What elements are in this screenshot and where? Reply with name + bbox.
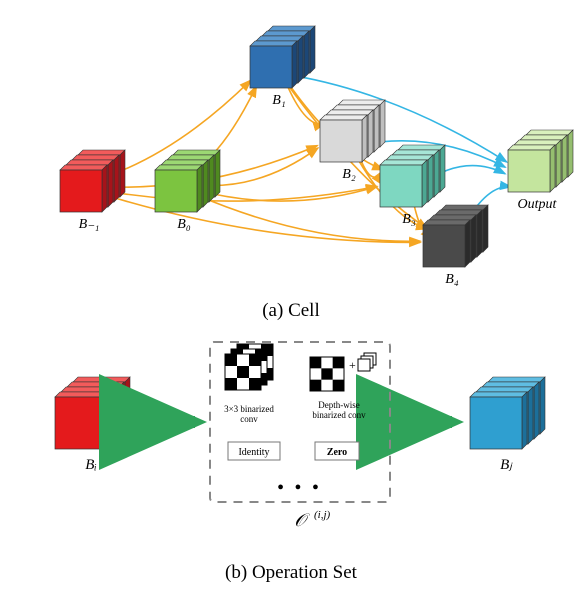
- opset-diagram: Bᵢ Bⱼ 3×3 binarizedconv + Depth-wisebinarize…: [0, 322, 582, 562]
- op-right-label: Bⱼ: [500, 457, 513, 473]
- label-identity: Identity: [238, 447, 269, 458]
- cell-caption: (a) Cell: [0, 300, 582, 322]
- node-Bm1: [60, 150, 125, 212]
- op-ellipsis: ● ● ●: [277, 481, 322, 493]
- opset-caption: (b) Operation Set: [0, 562, 582, 584]
- node-B2: [320, 100, 385, 162]
- cell-diagram: B₋₁ B₀ B₁ B₂ B₃ B₄ Output: [0, 0, 582, 300]
- op-setlabel-sup: (i,j): [314, 509, 331, 521]
- cell-svg: B₋₁ B₀ B₁ B₂ B₃ B₄ Output: [0, 0, 582, 300]
- op-setlabel: 𝒪: [294, 510, 310, 530]
- op-left-label: Bᵢ: [85, 457, 97, 473]
- op-left-stack: [55, 377, 130, 449]
- label-3x3-conv: 3×3 binarizedconv: [224, 404, 274, 424]
- node-Out: [508, 130, 573, 192]
- icon-3x3-conv: [225, 344, 273, 390]
- label-B0: B₀: [177, 217, 191, 232]
- node-B1: [250, 26, 315, 88]
- node-B4: [423, 205, 488, 267]
- label-Out: Output: [518, 197, 558, 212]
- label-B4: B₄: [445, 272, 459, 287]
- label-zero: Zero: [327, 447, 347, 458]
- opset-svg: Bᵢ Bⱼ 3×3 binarizedconv + Depth-wisebinarize…: [0, 322, 582, 562]
- label-B1: B₁: [272, 93, 285, 108]
- label-depthwise: Depth-wisebinarized conv: [312, 400, 366, 420]
- op-right-stack: [470, 377, 545, 449]
- label-B3: B₃: [402, 212, 416, 227]
- icon-depthwise: [310, 353, 376, 391]
- node-B3: [380, 145, 445, 207]
- node-B0: [155, 150, 220, 212]
- svg-text:+: +: [349, 358, 356, 372]
- label-Bm1: B₋₁: [79, 217, 100, 232]
- label-B2: B₂: [342, 167, 356, 182]
